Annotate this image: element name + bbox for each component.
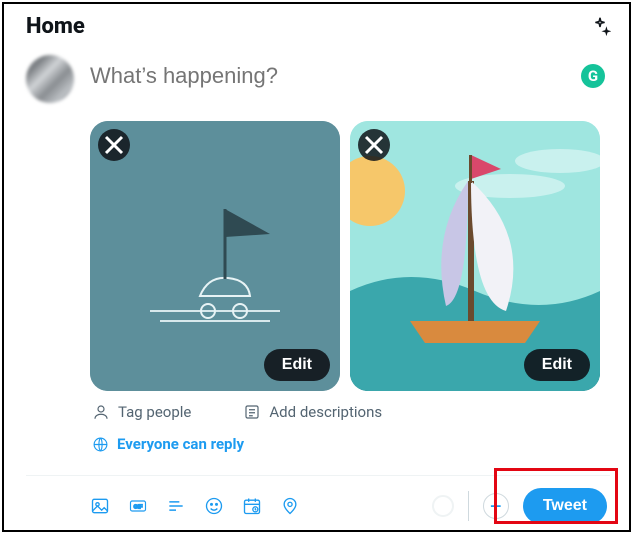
- sparkle-icon[interactable]: [589, 16, 611, 38]
- add-descriptions-button[interactable]: Add descriptions: [243, 403, 382, 421]
- emoji-icon[interactable]: [204, 496, 224, 516]
- avatar[interactable]: [26, 55, 74, 103]
- reply-setting-button[interactable]: Everyone can reply: [92, 435, 244, 453]
- remove-media-button[interactable]: [358, 129, 390, 161]
- grammarly-icon[interactable]: G: [581, 64, 605, 88]
- page-title: Home: [26, 14, 85, 39]
- tag-people-button[interactable]: Tag people: [92, 403, 191, 421]
- separator: [468, 491, 469, 521]
- app-frame: Home G: [2, 2, 631, 532]
- remove-media-button[interactable]: [98, 129, 130, 161]
- edit-media-button[interactable]: Edit: [264, 349, 330, 381]
- tweet-input[interactable]: [90, 63, 581, 89]
- add-thread-button[interactable]: +: [483, 493, 509, 519]
- reply-setting-label: Everyone can reply: [117, 435, 244, 453]
- character-count-circle: [432, 495, 454, 517]
- location-icon[interactable]: [280, 496, 300, 516]
- image-icon[interactable]: [90, 496, 110, 516]
- svg-text:GIF: GIF: [133, 504, 143, 510]
- poll-icon[interactable]: [166, 496, 186, 516]
- edit-media-button[interactable]: Edit: [524, 349, 590, 381]
- media-card: Edit: [90, 121, 340, 391]
- compose-area: G Edit: [4, 47, 629, 457]
- media-meta-row: Tag people Add descriptions: [92, 403, 611, 421]
- schedule-icon[interactable]: [242, 496, 262, 516]
- media-attachments: Edit: [90, 121, 611, 391]
- gif-icon[interactable]: GIF: [128, 496, 148, 516]
- media-card: Edit: [350, 121, 600, 391]
- tag-people-label: Tag people: [118, 403, 191, 421]
- add-descriptions-label: Add descriptions: [269, 403, 382, 421]
- header: Home: [4, 4, 629, 47]
- tweet-button[interactable]: Tweet: [523, 488, 607, 524]
- compose-toolbar: GIF + Tweet: [4, 476, 629, 524]
